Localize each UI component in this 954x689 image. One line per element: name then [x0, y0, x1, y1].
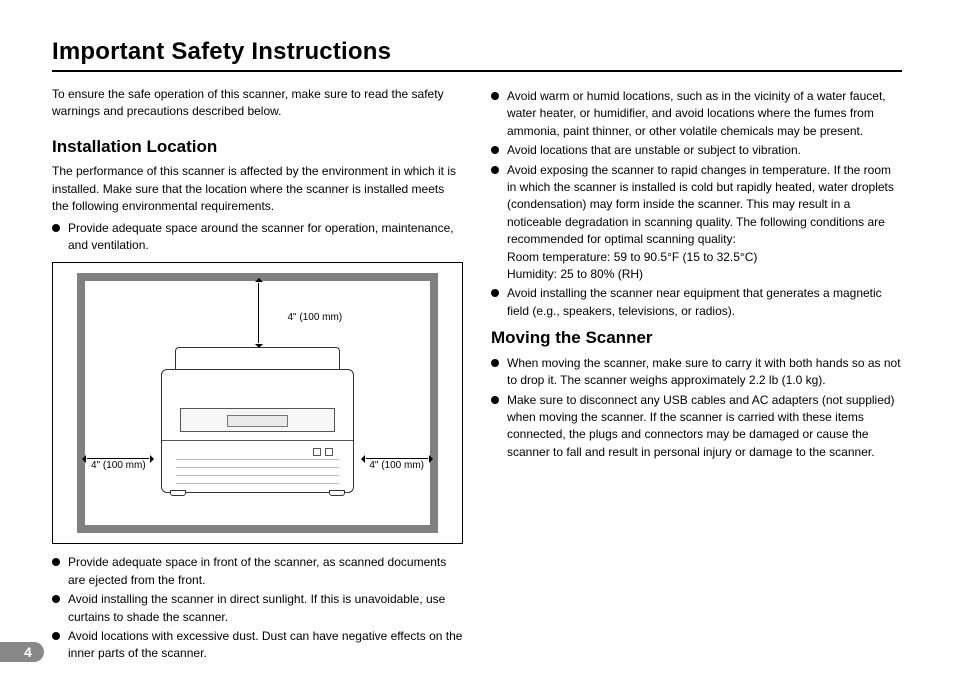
clearance-diagram: 4" (100 mm) 4" (100 mm) 4" (100 mm) [52, 262, 463, 544]
list-item: Provide adequate space around the scanne… [52, 220, 463, 255]
installation-heading: Installation Location [52, 135, 463, 160]
list-item: Provide adequate space in front of the s… [52, 554, 463, 589]
left-column: To ensure the safe operation of this sca… [52, 86, 463, 669]
installation-bullets-pre: Provide adequate space around the scanne… [52, 220, 463, 255]
arrow-top-icon [258, 283, 259, 343]
installation-bullets-col2: Avoid warm or humid locations, such as i… [491, 88, 902, 320]
condition-humidity: Humidity: 25 to 80% (RH) [507, 266, 902, 283]
clearance-left-label: 4" (100 mm) [91, 459, 146, 474]
clearance-top-label: 4" (100 mm) [288, 311, 343, 326]
list-item: Avoid installing the scanner in direct s… [52, 591, 463, 626]
moving-heading: Moving the Scanner [491, 326, 902, 351]
right-column: Avoid warm or humid locations, such as i… [491, 86, 902, 669]
list-item: Avoid exposing the scanner to rapid chan… [491, 162, 902, 284]
wall-right [430, 273, 438, 533]
wall-bottom [77, 525, 438, 533]
page-title: Important Safety Instructions [52, 38, 902, 72]
list-item-text: Avoid exposing the scanner to rapid chan… [507, 163, 894, 247]
list-item: When moving the scanner, make sure to ca… [491, 355, 902, 390]
list-item: Avoid installing the scanner near equipm… [491, 285, 902, 320]
list-item: Make sure to disconnect any USB cables a… [491, 392, 902, 462]
scanner-illustration [155, 347, 360, 493]
wall-left [77, 273, 85, 533]
list-item: Avoid locations with excessive dust. Dus… [52, 628, 463, 663]
clearance-right-label: 4" (100 mm) [369, 459, 424, 474]
page-number: 4 [0, 642, 44, 662]
intro-text: To ensure the safe operation of this sca… [52, 86, 463, 121]
two-column-layout: To ensure the safe operation of this sca… [52, 86, 902, 669]
installation-bullets-post: Provide adequate space in front of the s… [52, 554, 463, 662]
condition-temp: Room temperature: 59 to 90.5°F (15 to 32… [507, 249, 902, 266]
list-item: Avoid warm or humid locations, such as i… [491, 88, 902, 140]
installation-lead: The performance of this scanner is affec… [52, 163, 463, 215]
moving-bullets: When moving the scanner, make sure to ca… [491, 355, 902, 461]
list-item: Avoid locations that are unstable or sub… [491, 142, 902, 159]
